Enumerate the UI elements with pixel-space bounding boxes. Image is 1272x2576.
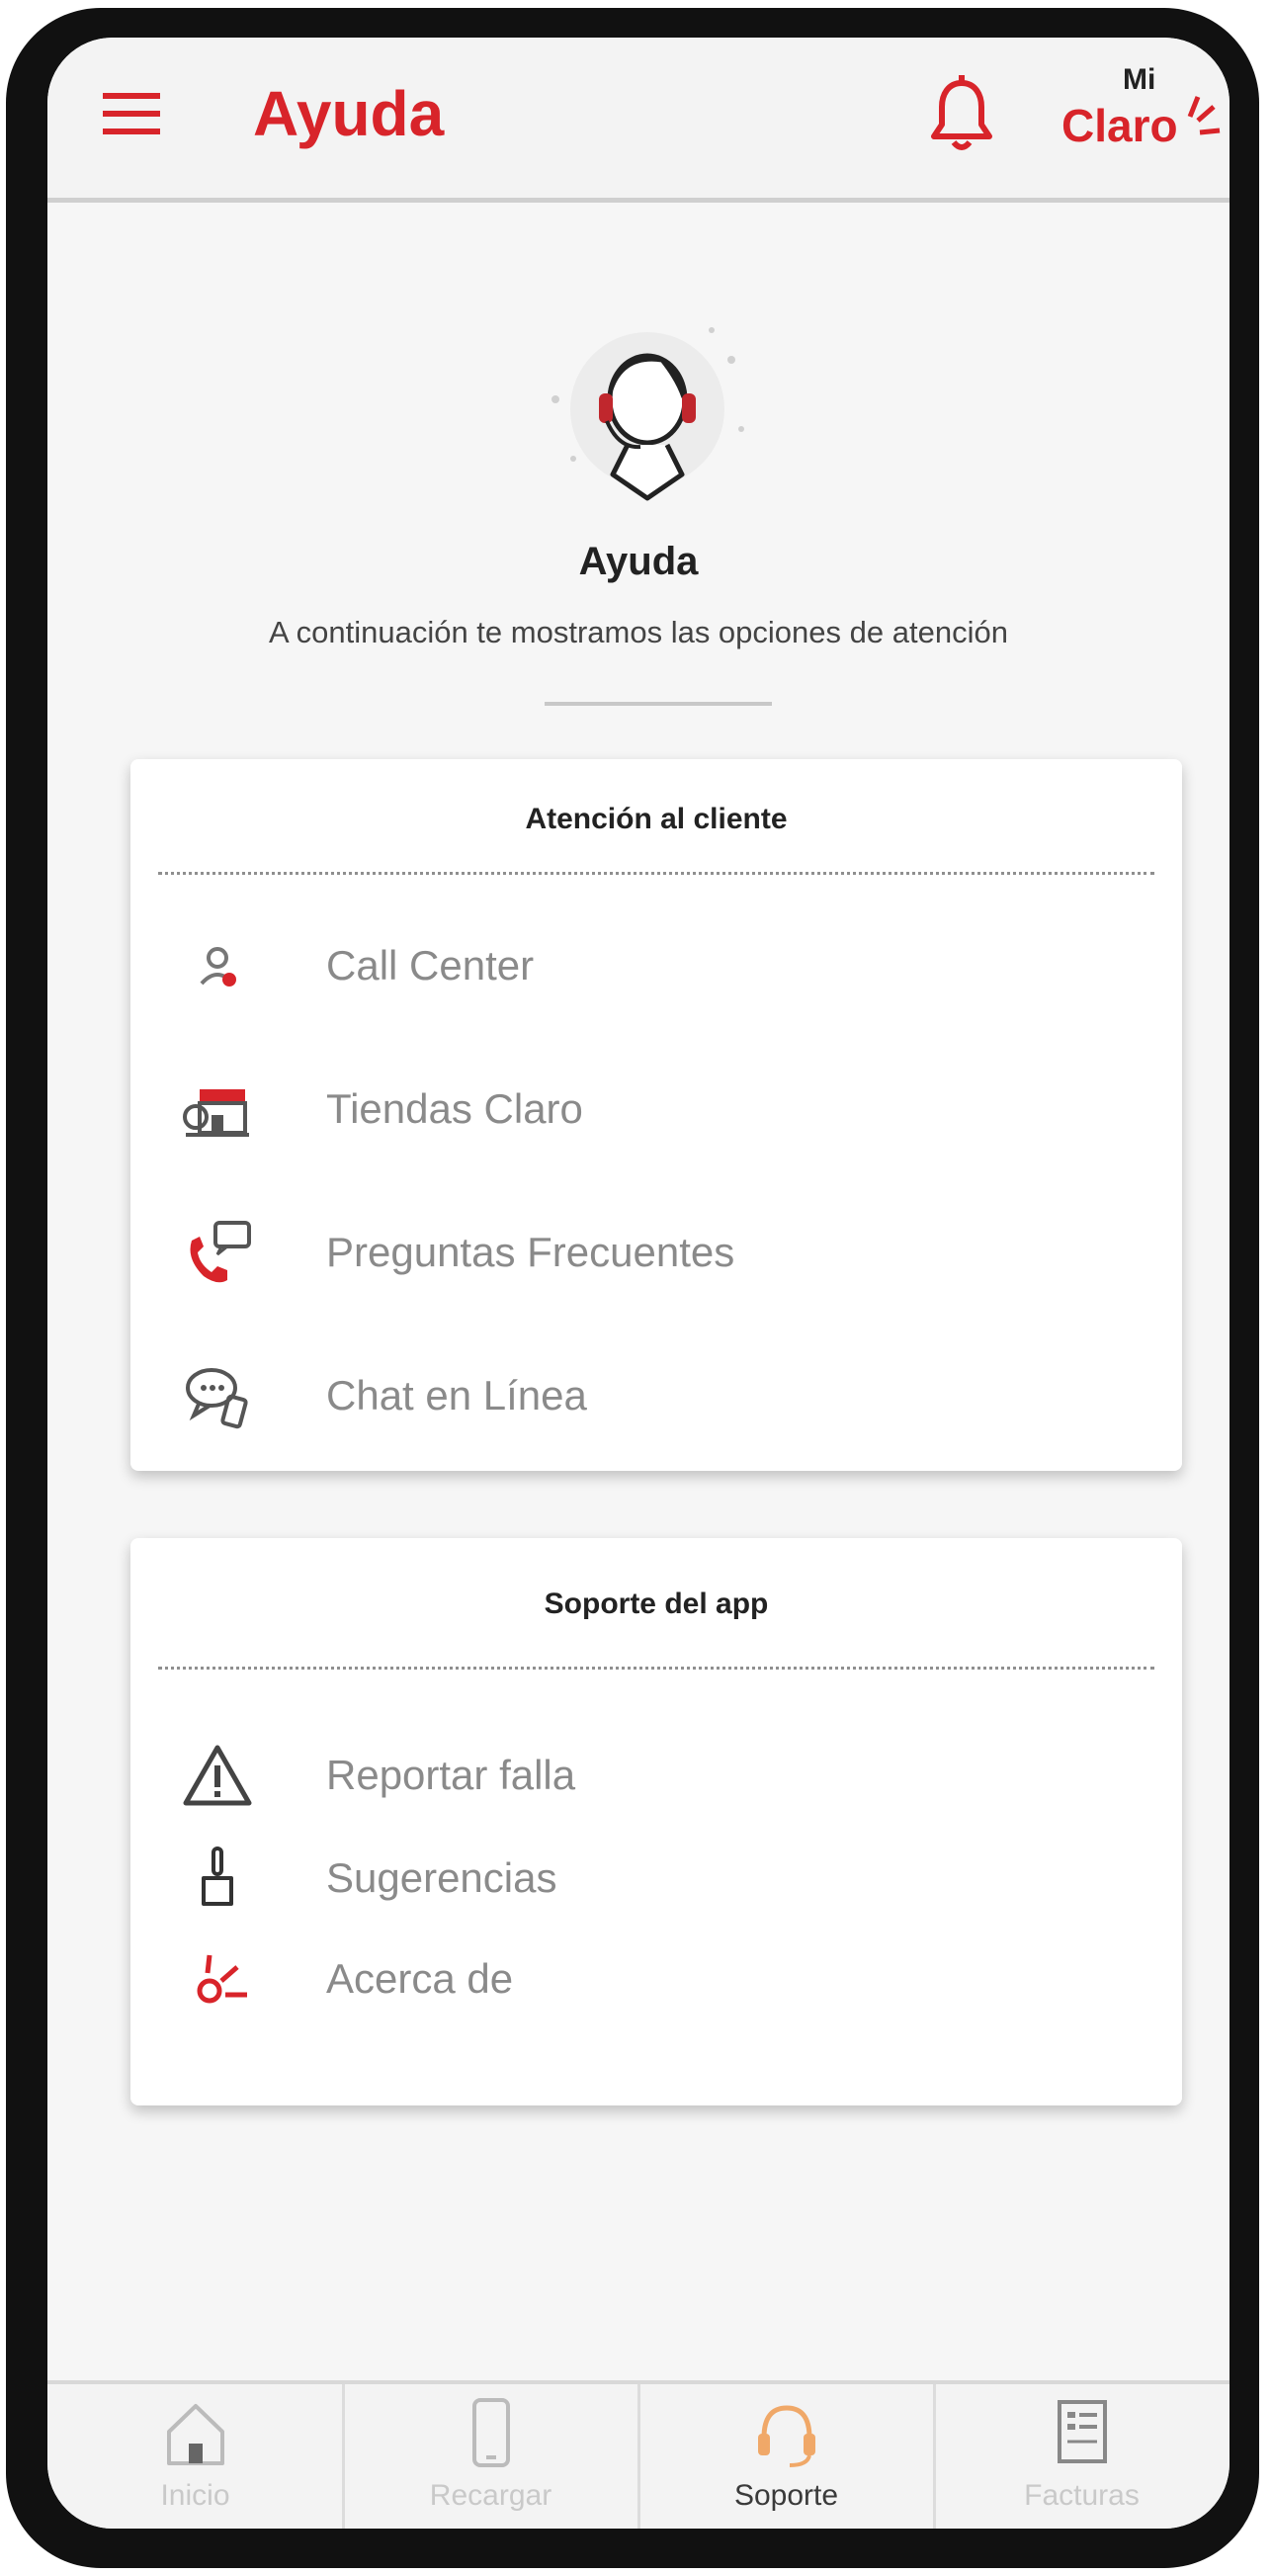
phone-frame: Ayuda Mi Claro Ayuda A continuación te m…	[6, 8, 1259, 2568]
card-divider	[158, 1667, 1154, 1670]
report-issue-item[interactable]: Reportar falla	[158, 1722, 1146, 1831]
headset-icon	[758, 2405, 815, 2467]
about-item[interactable]: Acerca de	[158, 1926, 1146, 2034]
customer-service-card: Atención al cliente Call Center Tiendas …	[130, 759, 1182, 1471]
support-agent-icon	[551, 327, 744, 501]
phone-icon	[472, 2398, 510, 2467]
stores-item[interactable]: Tiendas Claro	[158, 1056, 1146, 1164]
notification-bell-icon[interactable]	[928, 75, 995, 154]
app-support-card: Soporte del app Reportar falla Sugerenci…	[130, 1538, 1182, 2105]
hand-pointer-icon	[202, 1846, 233, 1906]
help-subtitle: A continuación te mostramos las opciones…	[269, 615, 1008, 649]
warning-icon	[183, 1745, 252, 1806]
suggestions-label: Sugerencias	[326, 1854, 557, 1901]
store-icon	[183, 1089, 249, 1137]
app-support-title: Soporte del app	[544, 1588, 769, 1620]
faq-label: Preguntas Frecuentes	[326, 1229, 735, 1275]
nav-support[interactable]: Soporte	[638, 2384, 934, 2529]
nav-recharge-label: Recargar	[429, 2479, 552, 2512]
faq-item[interactable]: Preguntas Frecuentes	[158, 1199, 1146, 1308]
stores-label: Tiendas Claro	[326, 1085, 583, 1132]
help-heading: Ayuda	[578, 540, 699, 583]
report-issue-label: Reportar falla	[326, 1752, 576, 1798]
app-header: Ayuda Mi Claro	[47, 38, 1230, 203]
hero-divider	[545, 702, 772, 706]
brand-accent-icon	[1187, 96, 1221, 135]
call-center-icon	[200, 947, 236, 987]
claro-about-icon	[197, 1954, 247, 2004]
chat-icon	[186, 1368, 248, 1429]
card-divider	[158, 872, 1154, 875]
nav-invoices[interactable]: Facturas	[934, 2384, 1230, 2529]
nav-support-label: Soporte	[733, 2479, 839, 2512]
app-screen: Ayuda Mi Claro Ayuda A continuación te m…	[47, 38, 1230, 2529]
online-chat-item[interactable]: Chat en Línea	[158, 1342, 1146, 1451]
faq-phone-icon	[190, 1221, 251, 1283]
nav-invoices-label: Facturas	[1024, 2479, 1140, 2512]
call-center-item[interactable]: Call Center	[158, 912, 1146, 1021]
brand-logo-mi: Mi	[1123, 63, 1156, 96]
brand-logo-claro: Claro	[1061, 100, 1178, 151]
suggestions-item[interactable]: Sugerencias	[158, 1825, 1146, 1933]
home-icon	[167, 2404, 224, 2465]
nav-home-label: Inicio	[160, 2479, 230, 2512]
nav-home[interactable]: Inicio	[47, 2384, 343, 2529]
customer-service-title: Atención al cliente	[525, 803, 788, 835]
bottom-navigation: Inicio Recargar Soporte Facturas	[47, 2380, 1230, 2529]
about-label: Acerca de	[326, 1955, 514, 2002]
page-title: Ayuda	[253, 78, 445, 149]
call-center-label: Call Center	[326, 942, 535, 988]
nav-recharge[interactable]: Recargar	[343, 2384, 638, 2529]
invoice-icon	[1058, 2400, 1107, 2463]
online-chat-label: Chat en Línea	[326, 1372, 587, 1418]
hamburger-menu-icon[interactable]	[103, 91, 160, 136]
